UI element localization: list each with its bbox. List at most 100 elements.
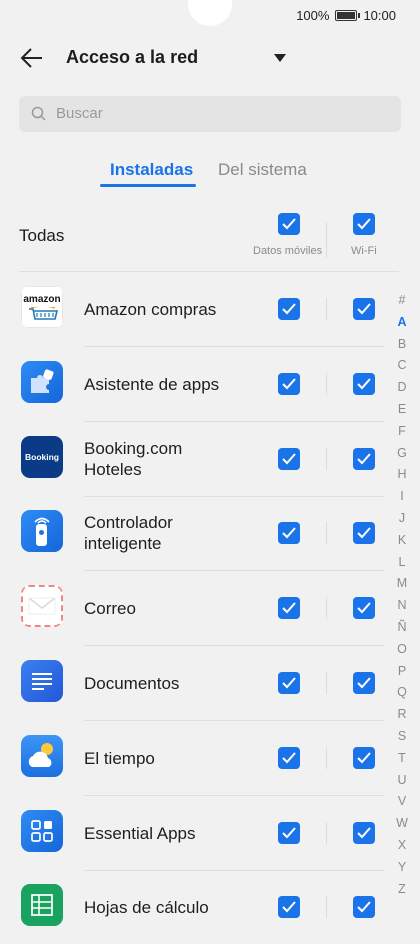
alphabet-letter[interactable]: U — [394, 770, 410, 792]
search-icon — [31, 106, 46, 121]
sheets-icon — [21, 884, 63, 927]
mobile-data-checkbox[interactable] — [278, 821, 300, 844]
all-wifi-checkbox[interactable] — [353, 213, 375, 235]
column-separator — [326, 447, 327, 470]
mobile-data-checkbox[interactable] — [278, 597, 300, 620]
wifi-checkbox[interactable] — [353, 597, 375, 620]
docs-icon — [21, 660, 63, 702]
mobile-data-checkbox[interactable] — [278, 447, 300, 470]
status-right: 100% 10:00 — [296, 8, 396, 23]
search-input[interactable]: Buscar — [19, 96, 401, 132]
app-row: Booking Booking.com Hoteles — [0, 422, 420, 497]
remote-icon — [21, 510, 63, 553]
mobile-data-checkbox[interactable] — [278, 672, 300, 694]
alphabet-letter[interactable]: M — [394, 573, 410, 595]
wifi-checkbox[interactable] — [353, 896, 375, 919]
alphabet-letter[interactable]: L — [394, 552, 410, 574]
battery-icon — [335, 10, 361, 21]
alphabet-letter[interactable]: S — [394, 726, 410, 748]
mail-icon — [21, 585, 63, 628]
app-name: Essential Apps — [84, 823, 196, 843]
wifi-checkbox[interactable] — [353, 372, 375, 395]
alphabet-letter[interactable]: W — [394, 813, 410, 835]
app-header: Acceso a la red — [0, 30, 420, 86]
alphabet-letter[interactable]: Z — [394, 879, 410, 901]
alphabet-letter[interactable]: A — [394, 312, 410, 334]
booking-icon: Booking — [21, 435, 63, 478]
dropdown-caret-icon[interactable] — [274, 54, 286, 62]
app-row: Asistente de apps — [0, 347, 420, 422]
alphabet-letter[interactable]: P — [394, 661, 410, 683]
tab-bar: Instaladas Del sistema — [0, 160, 420, 190]
mobile-data-checkbox[interactable] — [278, 298, 300, 320]
alphabet-letter[interactable]: B — [394, 334, 410, 356]
alphabet-letter[interactable]: H — [394, 464, 410, 486]
app-name: Documentos — [84, 674, 180, 693]
column-separator — [326, 672, 327, 694]
puzzle-icon — [21, 360, 63, 403]
alphabet-letter[interactable]: T — [394, 748, 410, 770]
alphabet-letter[interactable]: Q — [394, 682, 410, 704]
alphabet-letter[interactable]: V — [394, 791, 410, 813]
alphabet-letter[interactable]: J — [394, 508, 410, 530]
column-separator — [326, 597, 327, 620]
app-row: Controlador inteligente — [0, 496, 420, 572]
all-apps-label: Todas — [19, 226, 65, 245]
column-separator — [326, 372, 327, 395]
mobile-data-column-header: Datos móviles — [253, 245, 323, 257]
wifi-checkbox[interactable] — [353, 447, 375, 470]
alphabet-letter[interactable]: Ñ — [394, 617, 410, 639]
app-name: El tiempo — [84, 748, 155, 768]
app-name: Hojas de cálculo — [84, 898, 209, 918]
alphabet-letter[interactable]: C — [394, 355, 410, 377]
column-separator — [326, 222, 327, 258]
alphabet-letter[interactable]: I — [394, 486, 410, 508]
app-name: Amazon compras — [84, 300, 217, 319]
app-row: Documentos — [0, 646, 420, 721]
alphabet-letter[interactable]: # — [394, 290, 410, 312]
all-mobile-data-checkbox[interactable] — [278, 213, 300, 235]
mobile-data-checkbox[interactable] — [278, 746, 300, 769]
clock: 10:00 — [363, 8, 396, 23]
wifi-column-header: Wi-Fi — [351, 245, 377, 257]
column-separator — [326, 896, 327, 919]
app-row: El tiempo — [0, 721, 420, 796]
grid-icon — [21, 809, 63, 852]
alphabet-letter[interactable]: R — [394, 704, 410, 726]
mobile-data-checkbox[interactable] — [278, 372, 300, 395]
alphabet-letter[interactable]: Y — [394, 857, 410, 879]
column-separator — [326, 746, 327, 769]
tab-installed[interactable]: Instaladas — [110, 160, 193, 180]
page-title: Acceso a la red — [66, 47, 199, 67]
back-arrow-icon[interactable] — [20, 46, 44, 70]
column-separator — [326, 522, 327, 545]
wifi-checkbox[interactable] — [353, 672, 375, 694]
tab-system[interactable]: Del sistema — [218, 160, 307, 180]
alphabet-letter[interactable]: N — [394, 595, 410, 617]
column-separator — [326, 821, 327, 844]
alphabet-letter[interactable]: F — [394, 421, 410, 443]
weather-icon — [21, 734, 63, 777]
app-row: Hojas de cálculo — [0, 870, 420, 944]
search-placeholder: Buscar — [56, 105, 103, 122]
wifi-checkbox[interactable] — [353, 522, 375, 545]
amazon-icon: amazon — [21, 286, 63, 328]
alphabet-letter[interactable]: K — [394, 530, 410, 552]
app-row: amazon Amazon compras — [0, 272, 420, 347]
mobile-data-checkbox[interactable] — [278, 896, 300, 919]
app-name: Controlador inteligente — [84, 513, 173, 554]
alphabet-index[interactable]: # A B C D E F G H I J K L M N Ñ O P Q R S T U V W X Y Z — [394, 290, 410, 900]
status-bar: 100% 10:00 — [0, 0, 420, 30]
wifi-checkbox[interactable] — [353, 821, 375, 844]
alphabet-letter[interactable]: D — [394, 377, 410, 399]
alphabet-letter[interactable]: G — [394, 443, 410, 465]
alphabet-letter[interactable]: O — [394, 639, 410, 661]
wifi-checkbox[interactable] — [353, 746, 375, 769]
alphabet-letter[interactable]: X — [394, 835, 410, 857]
camera-notch — [188, 0, 232, 26]
column-separator — [326, 298, 327, 320]
wifi-checkbox[interactable] — [353, 298, 375, 320]
mobile-data-checkbox[interactable] — [278, 522, 300, 545]
app-name: Correo — [84, 599, 136, 619]
alphabet-letter[interactable]: E — [394, 399, 410, 421]
